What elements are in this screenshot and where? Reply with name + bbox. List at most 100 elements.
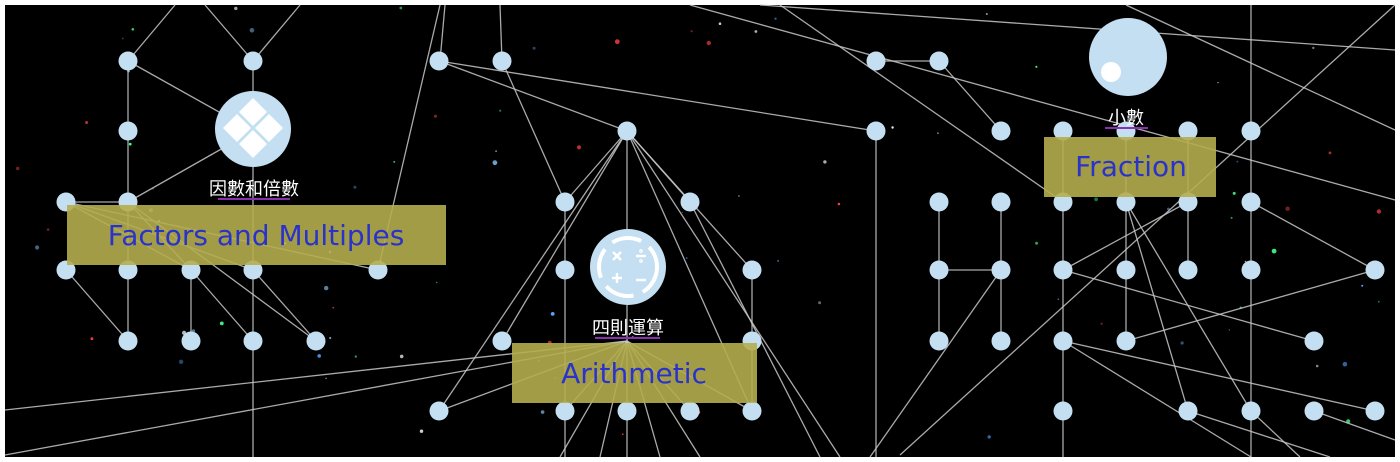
star [329, 336, 332, 340]
skill-node[interactable] [1304, 401, 1324, 421]
star [706, 40, 711, 46]
skill-node[interactable] [1178, 260, 1198, 280]
skill-node[interactable] [680, 401, 700, 421]
skill-node[interactable] [1241, 192, 1261, 212]
skill-node[interactable] [1053, 401, 1073, 421]
star [419, 429, 424, 433]
knowledge-map: 因數和倍數 Factors and Multiples 四則運算 Arithme… [0, 0, 1400, 462]
skill-node[interactable] [991, 331, 1011, 351]
star [1230, 216, 1233, 219]
fraction-zh-label: 小數 [1108, 108, 1144, 129]
star [1094, 197, 1098, 202]
skill-node[interactable] [118, 331, 138, 351]
star [1057, 298, 1060, 301]
factors-zh-label: 因數和倍數 [209, 179, 299, 200]
star [621, 433, 624, 436]
fraction-en-label[interactable]: Fraction [1075, 150, 1187, 183]
skill-node[interactable] [555, 260, 575, 280]
skill-node[interactable] [429, 401, 449, 421]
skill-node[interactable] [1304, 331, 1324, 351]
skill-node[interactable] [929, 192, 949, 212]
skill-node[interactable] [929, 51, 949, 71]
star [16, 166, 20, 171]
star [90, 337, 94, 341]
skill-node[interactable] [492, 51, 512, 71]
skill-node[interactable] [429, 51, 449, 71]
star [317, 354, 322, 358]
skill-node[interactable] [742, 401, 762, 421]
skill-node[interactable] [866, 121, 886, 141]
star [354, 355, 357, 358]
star [1376, 209, 1382, 214]
skill-node[interactable] [1178, 401, 1198, 421]
skill-node[interactable] [1116, 260, 1136, 280]
skill-node[interactable] [991, 260, 1011, 280]
star [681, 211, 683, 214]
star [399, 354, 404, 359]
skill-node[interactable] [118, 51, 138, 71]
star [249, 28, 255, 33]
skill-node[interactable] [742, 260, 762, 280]
star [1100, 322, 1103, 325]
skill-node[interactable] [555, 192, 575, 212]
star [1361, 284, 1364, 287]
skill-node[interactable] [1365, 401, 1385, 421]
skill-node[interactable] [1116, 331, 1136, 351]
star [436, 281, 438, 284]
skill-node[interactable] [181, 331, 201, 351]
diamond-grid-icon[interactable] [215, 91, 291, 167]
star [499, 109, 502, 112]
star [128, 142, 132, 146]
star [985, 13, 988, 15]
skill-node[interactable] [991, 192, 1011, 212]
star [219, 321, 224, 326]
star [495, 150, 497, 153]
fraction-bubble-icon[interactable] [1089, 18, 1167, 96]
skill-node[interactable] [1241, 401, 1261, 421]
skill-node[interactable] [929, 260, 949, 280]
arithmetic-en-label[interactable]: Arithmetic [561, 357, 707, 390]
star [325, 377, 327, 380]
star [1328, 151, 1332, 155]
skill-node[interactable] [680, 192, 700, 212]
skill-node[interactable] [1365, 260, 1385, 280]
star [393, 160, 396, 163]
star [35, 245, 40, 250]
skill-node[interactable] [118, 121, 138, 141]
star [121, 37, 124, 40]
skill-node[interactable] [866, 51, 886, 71]
operators-circle-icon[interactable] [590, 229, 666, 305]
skill-node[interactable] [991, 121, 1011, 141]
star [685, 257, 688, 259]
factors-en-label[interactable]: Factors and Multiples [108, 219, 405, 252]
star [532, 46, 536, 50]
skill-node[interactable] [929, 331, 949, 351]
skill-node[interactable] [492, 331, 512, 351]
star [1377, 300, 1380, 303]
star [1315, 364, 1319, 368]
skill-node[interactable] [1053, 260, 1073, 280]
star [46, 228, 50, 232]
star [492, 160, 498, 166]
star [131, 28, 135, 31]
star [774, 17, 777, 20]
skill-node[interactable] [555, 401, 575, 421]
star [1228, 329, 1231, 331]
star [399, 6, 403, 10]
star [85, 121, 89, 124]
star [1232, 191, 1236, 195]
skill-node[interactable] [243, 51, 263, 71]
star [1035, 65, 1038, 68]
skill-node[interactable] [617, 121, 637, 141]
skill-node[interactable] [1241, 260, 1261, 280]
star [718, 22, 722, 26]
skill-node[interactable] [306, 331, 326, 351]
star [738, 195, 740, 197]
skill-node[interactable] [243, 331, 263, 351]
skill-node[interactable] [1053, 331, 1073, 351]
skill-node[interactable] [1241, 121, 1261, 141]
star [178, 359, 184, 364]
star [234, 6, 238, 11]
star [614, 39, 620, 45]
skill-node[interactable] [617, 401, 637, 421]
